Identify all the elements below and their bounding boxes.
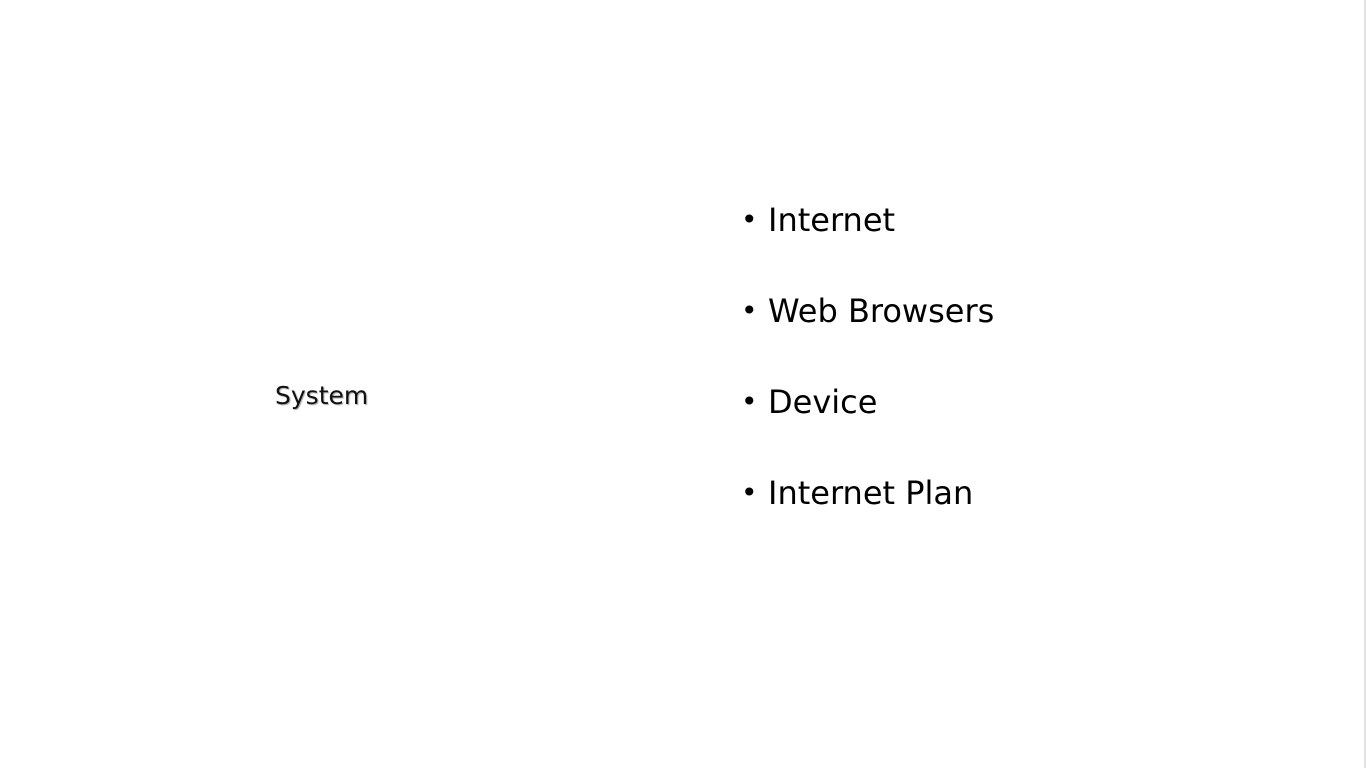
bullet-item-device: • Device: [741, 381, 994, 472]
bullet-text: Internet: [768, 201, 896, 239]
bullet-item-internet-plan: • Internet Plan: [741, 472, 994, 563]
bullet-item-internet: • Internet: [741, 199, 994, 290]
bullet-item-web-browsers: • Web Browsers: [741, 290, 994, 381]
bullet-text: Internet Plan: [768, 474, 974, 512]
bullet-dot-icon: •: [741, 203, 758, 236]
bullet-list: • Internet • Web Browsers • Device • Int…: [741, 199, 994, 563]
slide-title: System: [275, 381, 369, 410]
slide: System • Internet • Web Browsers • Devic…: [0, 0, 1366, 768]
bullet-dot-icon: •: [741, 294, 758, 327]
bullet-text: Web Browsers: [768, 292, 995, 330]
bullet-dot-icon: •: [741, 476, 758, 509]
bullet-dot-icon: •: [741, 385, 758, 418]
bullet-text: Device: [768, 383, 878, 421]
